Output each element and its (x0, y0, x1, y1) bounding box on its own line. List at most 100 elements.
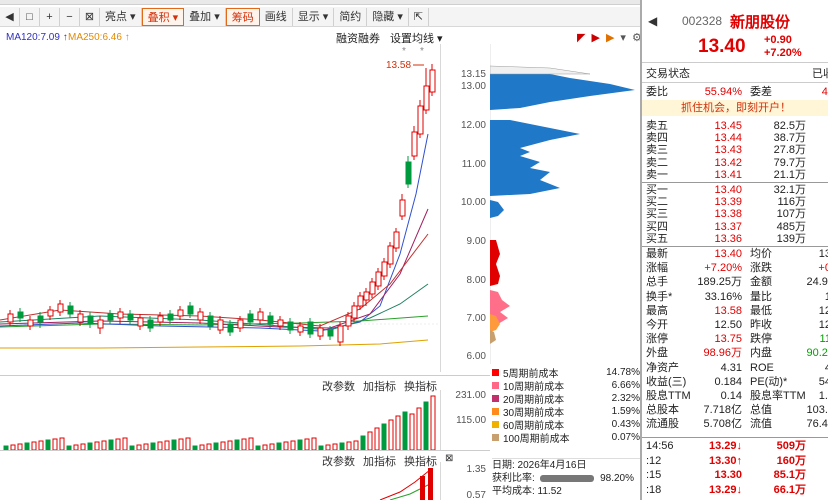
candle-body (307, 321, 314, 335)
bid-book: 买一 13.40 32.1万 买二 13.39 116万 买三 13.38 107万 买四 13.3… (642, 184, 828, 246)
candle-body (77, 313, 84, 323)
stock-name: 新朋股份 (730, 14, 791, 31)
display-button[interactable]: 显示 ▾ (293, 7, 335, 26)
ma-line-blue (0, 133, 429, 332)
legend-swatch (492, 395, 499, 402)
flag-icon[interactable]: ◤ (577, 31, 585, 44)
candle-body (257, 311, 264, 321)
candle-body (369, 281, 376, 295)
stat-row: 净资产4.31ROE4. (646, 361, 828, 374)
indicator-tick: 0.57 (466, 490, 486, 501)
volume-bar (416, 407, 422, 450)
volume-tick: 231.00 (455, 390, 486, 401)
stack-button[interactable]: 叠积 ▾ (141, 7, 185, 26)
ad-banner[interactable]: 抓住机会，即刻开户！ (642, 100, 828, 116)
legend-swatch (492, 421, 499, 428)
volume-bar (94, 441, 100, 450)
back-icon[interactable]: ◀ (0, 7, 20, 26)
stock-pct: +7.20% (764, 47, 802, 59)
chip-distribution[interactable] (490, 44, 640, 364)
volume-bar (388, 419, 394, 450)
price-tick: 12.00 (460, 120, 486, 131)
candle-body (207, 315, 214, 327)
chips-button[interactable]: 筹码 (225, 7, 260, 26)
zoom-in-icon[interactable]: + (40, 7, 60, 26)
price-tick: 8.00 (466, 275, 486, 286)
volume-bars[interactable] (0, 390, 440, 450)
candle-body (345, 315, 352, 327)
volume-bar (283, 441, 289, 450)
tick-row: :1213.30↑160万2 (646, 454, 828, 467)
candle-body (363, 291, 370, 301)
price-tick: 10.00 (460, 197, 486, 208)
volume-bar (164, 440, 170, 450)
collapse-icon[interactable]: ⇱ (409, 7, 429, 26)
candle-body (393, 231, 400, 249)
volume-bar (122, 437, 128, 450)
chart-type-icon[interactable]: ▾ (620, 31, 626, 44)
chip-recent-red (490, 240, 500, 286)
candle-body (417, 105, 424, 135)
candle-body (267, 315, 274, 325)
price-axis: 13.15 13.00 12.00 11.00 10.00 9.00 8.00 … (440, 44, 490, 372)
legend-swatch (492, 408, 499, 415)
volume-axis: 231.00 115.00 (440, 390, 490, 450)
stat-row: 总股本7.718亿总值103.4 (646, 404, 828, 417)
chip-current-gray (490, 65, 591, 75)
simple-button[interactable]: 简约 (334, 7, 368, 26)
info-date: 日期: 2026年4月16日 (492, 460, 587, 471)
candle-body (411, 131, 418, 157)
ma120-label: MA120:7.09 ↑ (6, 32, 68, 43)
candle-body (337, 325, 344, 343)
bids-row: 买二 13.39 116万 (646, 196, 806, 209)
stock-price: 13.40 (698, 36, 746, 57)
candle-body (117, 311, 124, 319)
asks-row: 卖二 13.42 79.7万 (646, 156, 806, 169)
indicator-chart[interactable] (0, 466, 440, 500)
candle-body (87, 315, 94, 325)
zoom-out-icon[interactable]: − (60, 7, 80, 26)
highlight-button[interactable]: 亮点 ▾ (100, 7, 142, 26)
candlestick-chart[interactable]: 13.58 * * (0, 44, 440, 372)
candle-body (127, 313, 134, 321)
star-icon: * (402, 46, 406, 57)
candle-body (137, 317, 144, 327)
volume-bar (101, 440, 107, 450)
overlay-button[interactable]: 叠加 ▾ (184, 7, 226, 26)
legend-value: 2.32% (611, 393, 640, 404)
price-tick: 13.15 (460, 69, 486, 80)
volume-bar (241, 438, 247, 450)
stat-row: 股息TTM0.14股息率TTM1.0 (646, 390, 828, 402)
stats-table: 最新13.40均价13. 涨幅+7.20%涨跌+0.总手189.25万金额24.9… (642, 248, 828, 436)
asks-row: 卖四 13.44 38.7万 (646, 132, 806, 145)
flag-orange-icon[interactable]: ▶ (606, 31, 614, 44)
flag-red-icon[interactable]: ▶ (591, 31, 599, 44)
candle-body (429, 69, 436, 93)
volume-bar (234, 439, 240, 450)
stock-change: +0.90 (764, 34, 792, 46)
candle-body (247, 313, 254, 323)
volume-bar (276, 442, 282, 450)
volume-tick: 115.00 (456, 415, 486, 426)
volume-bar (220, 441, 226, 450)
volume-bar (409, 413, 415, 450)
candle-body (167, 313, 174, 321)
draw-line-button[interactable]: 画线 (260, 7, 293, 26)
legend-swatch (492, 382, 499, 389)
volume-bar (381, 423, 387, 450)
square-icon[interactable]: □ (20, 7, 40, 26)
stat-row: 涨停13.75跌停11. (646, 333, 828, 346)
volume-bar (171, 439, 177, 450)
info-ratio-value: 98.20% (600, 473, 634, 484)
volume-bar (346, 441, 352, 450)
prev-stock-icon[interactable]: ◀ (648, 14, 657, 28)
hide-button[interactable]: 隐藏 ▾ (367, 7, 409, 26)
candle-body (357, 295, 364, 307)
volume-bar (45, 439, 51, 450)
volume-bar (185, 437, 191, 450)
volume-bar (115, 438, 121, 450)
price-tick: 6.00 (466, 351, 486, 362)
fullscreen-icon[interactable]: ⊠ (80, 7, 100, 26)
volume-bar (360, 435, 366, 450)
volume-bar (423, 401, 429, 450)
